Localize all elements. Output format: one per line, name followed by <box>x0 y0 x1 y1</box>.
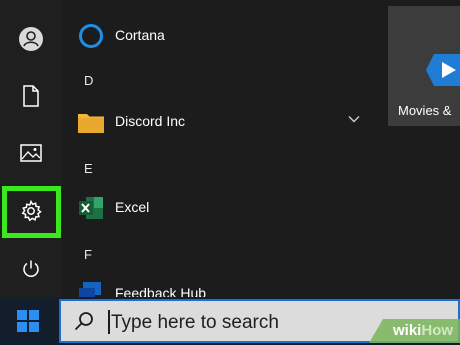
text-caret <box>108 310 110 334</box>
app-label: Cortana <box>115 27 165 43</box>
app-item-excel[interactable]: Excel <box>62 190 368 226</box>
user-icon <box>19 27 43 51</box>
watermark-text: wikiHow <box>393 322 453 339</box>
documents-button[interactable] <box>0 71 62 121</box>
start-rail <box>0 0 62 297</box>
pictures-icon <box>20 144 42 162</box>
power-button[interactable] <box>0 244 62 294</box>
search-box[interactable]: Type here to search wikiHow <box>59 299 460 343</box>
app-item-cortana[interactable]: Cortana <box>62 18 368 54</box>
excel-icon <box>79 197 103 219</box>
tile-label: Movies & <box>398 103 452 118</box>
movies-tv-icon <box>426 54 460 86</box>
search-icon <box>74 312 93 331</box>
folder-icon <box>78 114 104 133</box>
group-letter-e[interactable]: E <box>84 161 93 176</box>
group-letter-d[interactable]: D <box>84 73 93 88</box>
watermark-prefix: wiki <box>393 322 422 339</box>
chevron-down-icon[interactable] <box>348 115 360 123</box>
watermark-suffix: How <box>421 322 454 339</box>
document-icon <box>23 85 39 107</box>
tiles-area: Movies & <box>368 0 460 297</box>
search-placeholder: Type here to search <box>111 312 279 333</box>
settings-button[interactable] <box>0 186 62 236</box>
pictures-button[interactable] <box>0 128 62 178</box>
taskbar: Type here to search wikiHow <box>0 297 460 345</box>
app-list: Cortana D Discord Inc E Excel F Feedback… <box>62 0 368 301</box>
start-button[interactable] <box>0 297 56 345</box>
power-icon <box>23 260 39 277</box>
cortana-icon <box>79 24 103 48</box>
movies-tv-tile[interactable]: Movies & <box>388 6 460 126</box>
group-letter-f[interactable]: F <box>84 247 92 262</box>
app-label: Discord Inc <box>115 113 186 129</box>
app-item-discord-inc[interactable]: Discord Inc <box>62 104 368 140</box>
app-label: Excel <box>115 199 150 215</box>
account-button[interactable] <box>0 14 62 64</box>
gear-icon <box>21 200 42 222</box>
wikihow-watermark: wikiHow <box>369 319 460 343</box>
windows-logo-icon <box>17 310 39 332</box>
